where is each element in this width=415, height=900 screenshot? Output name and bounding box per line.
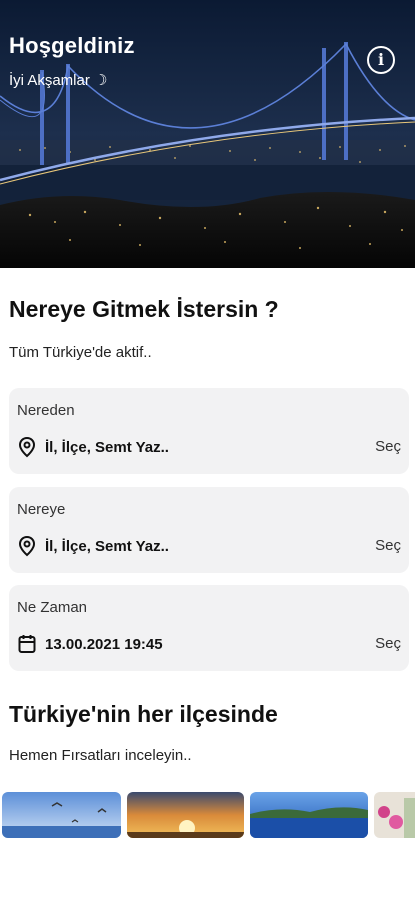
when-field-card[interactable]: Ne Zaman 13.00.2021 19:45 Seç xyxy=(9,585,409,671)
from-label: Nereden xyxy=(17,402,75,419)
welcome-title: Hoşgeldiniz xyxy=(9,33,135,58)
from-select-button[interactable]: Seç xyxy=(375,438,401,455)
calendar-icon xyxy=(18,635,36,653)
info-icon[interactable]: i xyxy=(367,46,395,74)
search-title: Nereye Gitmek İstersin ? xyxy=(9,296,279,322)
flowers-image xyxy=(374,792,415,838)
deal-thumbnail[interactable] xyxy=(127,792,244,838)
deals-title: Türkiye'nin her ilçesinde xyxy=(9,701,278,727)
location-pin-icon xyxy=(18,436,36,458)
to-select-button[interactable]: Seç xyxy=(375,537,401,554)
when-select-button[interactable]: Seç xyxy=(375,635,401,652)
seagulls-sky-image xyxy=(2,792,121,838)
to-field-card[interactable]: Nereye İl, İlçe, Semt Yaz.. Seç xyxy=(9,487,409,573)
greeting-text: İyi Akşamlar ☽ xyxy=(9,72,108,89)
to-label: Nereye xyxy=(17,501,66,518)
to-value: İl, İlçe, Semt Yaz.. xyxy=(45,537,169,555)
from-value: İl, İlçe, Semt Yaz.. xyxy=(45,438,169,456)
when-label: Ne Zaman xyxy=(17,599,88,616)
hero-banner: Hoşgeldiniz İyi Akşamlar ☽ i xyxy=(0,0,415,268)
deal-thumbnail[interactable] xyxy=(2,792,121,838)
deal-thumbnail[interactable] xyxy=(250,792,368,838)
search-subtitle: Tüm Türkiye'de aktif.. xyxy=(9,344,152,361)
from-field-card[interactable]: Nereden İl, İlçe, Semt Yaz.. Seç xyxy=(9,388,409,474)
sunset-image xyxy=(127,792,244,838)
location-pin-icon xyxy=(18,535,36,557)
sea-coast-image xyxy=(250,792,368,838)
when-value: 13.00.2021 19:45 xyxy=(45,635,163,653)
deal-thumbnail[interactable] xyxy=(374,792,415,838)
deals-subtitle: Hemen Fırsatları inceleyin.. xyxy=(9,747,192,764)
